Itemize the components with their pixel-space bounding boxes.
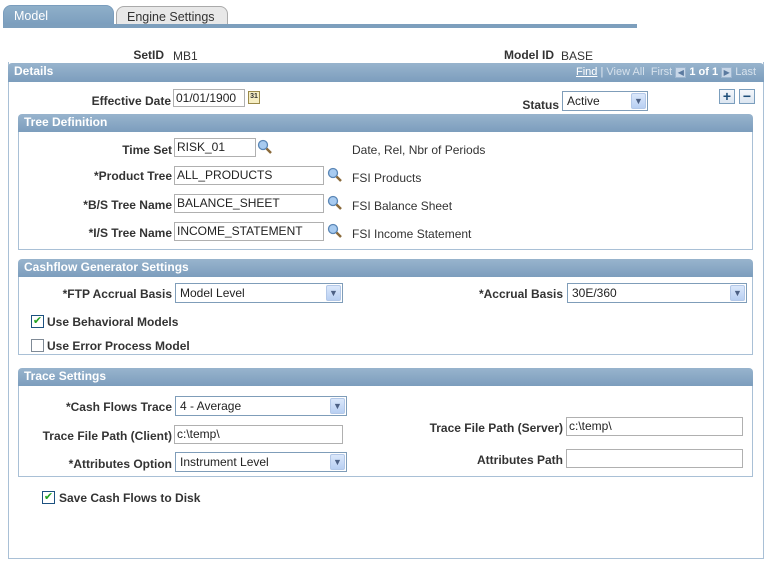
trace-file-path-client-input[interactable]: c:\temp\: [174, 425, 343, 444]
bs-tree-description: FSI Balance Sheet: [352, 199, 453, 213]
cashflow-header: Cashflow Generator Settings: [18, 259, 753, 277]
chevron-down-icon: ▼: [330, 454, 345, 470]
modelid-label: Model ID: [504, 48, 554, 62]
status-value: Active: [567, 94, 600, 108]
cash-flows-trace-label: *Cash Flows Trace: [65, 400, 172, 414]
accrual-basis-label: *Accrual Basis: [478, 287, 563, 301]
find-link[interactable]: Find: [576, 66, 597, 78]
add-row-button[interactable]: +: [719, 89, 735, 104]
product-tree-lookup-icon[interactable]: [327, 167, 343, 183]
checkmark-icon: ✔: [43, 491, 54, 503]
cash-flows-trace-value: 4 - Average: [180, 399, 242, 413]
chevron-down-icon: ▼: [730, 285, 745, 301]
use-error-process-model-label: Use Error Process Model: [47, 339, 190, 353]
next-arrow-icon[interactable]: ▶: [721, 66, 733, 78]
trace-settings-header: Trace Settings: [18, 368, 753, 386]
nav-separator: |: [600, 66, 604, 78]
chevron-down-icon: ▼: [631, 93, 646, 109]
details-title: Details: [14, 64, 54, 78]
trace-file-path-server-label: Trace File Path (Server): [429, 421, 563, 435]
cashflow-title: Cashflow Generator Settings: [24, 260, 189, 274]
use-error-process-model-checkbox[interactable]: [31, 339, 44, 352]
is-tree-description: FSI Income Statement: [352, 227, 472, 241]
product-tree-input[interactable]: ALL_PRODUCTS: [174, 166, 324, 185]
cash-flows-trace-select[interactable]: 4 - Average ▼: [175, 396, 347, 416]
is-tree-name-label: *I/S Tree Name: [88, 226, 172, 240]
chevron-down-icon: ▼: [326, 285, 341, 301]
tree-definition-header: Tree Definition: [18, 114, 753, 132]
use-behavioral-models-label: Use Behavioral Models: [47, 315, 179, 329]
effective-date-input[interactable]: 01/01/1900: [173, 89, 245, 107]
status-select[interactable]: Active ▼: [562, 91, 648, 111]
last-link[interactable]: Last: [735, 66, 756, 78]
ftp-accrual-basis-select[interactable]: Model Level ▼: [175, 283, 343, 303]
attributes-option-select[interactable]: Instrument Level ▼: [175, 452, 347, 472]
first-link[interactable]: First: [651, 66, 672, 78]
setid-value: MB1: [173, 49, 198, 63]
attributes-path-label: Attributes Path: [476, 453, 563, 467]
tree-definition-title: Tree Definition: [24, 115, 108, 129]
trace-file-path-server-input[interactable]: c:\temp\: [566, 417, 743, 436]
setid-label: SetID: [133, 48, 164, 62]
details-navigation: Find | View All First ◀ 1 of 1 ▶ Last: [576, 64, 756, 81]
chevron-down-icon: ▼: [330, 398, 345, 414]
bs-tree-lookup-icon[interactable]: [327, 195, 343, 211]
time-set-description: Date, Rel, Nbr of Periods: [352, 143, 486, 157]
time-set-input[interactable]: RISK_01: [174, 138, 256, 157]
view-all-link[interactable]: View All: [606, 66, 644, 78]
page-indicator: 1 of 1: [689, 66, 719, 78]
attributes-path-input[interactable]: [566, 449, 743, 468]
accrual-basis-select[interactable]: 30E/360 ▼: [567, 283, 747, 303]
details-header: Details Find | View All First ◀ 1 of 1 ▶…: [8, 63, 764, 82]
save-cash-flows-label: Save Cash Flows to Disk: [59, 491, 201, 505]
use-behavioral-models-checkbox[interactable]: ✔: [31, 315, 44, 328]
time-set-lookup-icon[interactable]: [257, 139, 273, 155]
ftp-accrual-basis-value: Model Level: [180, 286, 245, 300]
ftp-accrual-basis-label: *FTP Accrual Basis: [62, 287, 172, 301]
product-tree-label: *Product Tree: [93, 169, 172, 183]
tab-bar-divider: [3, 24, 637, 28]
trace-settings-title: Trace Settings: [24, 369, 107, 383]
modelid-value: BASE: [561, 49, 594, 63]
calendar-icon[interactable]: 31: [248, 91, 260, 104]
accrual-basis-value: 30E/360: [572, 286, 617, 300]
trace-file-path-client-label: Trace File Path (Client): [42, 429, 172, 443]
delete-row-button[interactable]: −: [739, 89, 755, 104]
effective-date-label: Effective Date: [91, 94, 171, 108]
checkmark-icon: ✔: [32, 315, 43, 327]
save-cash-flows-checkbox[interactable]: ✔: [42, 491, 55, 504]
status-label: Status: [522, 98, 559, 112]
is-tree-lookup-icon[interactable]: [327, 223, 343, 239]
previous-arrow-icon[interactable]: ◀: [675, 66, 687, 78]
bs-tree-name-label: *B/S Tree Name: [83, 198, 172, 212]
product-tree-description: FSI Products: [352, 171, 422, 185]
attributes-option-value: Instrument Level: [180, 455, 269, 469]
is-tree-name-input[interactable]: INCOME_STATEMENT: [174, 222, 324, 241]
attributes-option-label: *Attributes Option: [68, 457, 172, 471]
time-set-label: Time Set: [122, 143, 172, 157]
bs-tree-name-input[interactable]: BALANCE_SHEET: [174, 194, 324, 213]
